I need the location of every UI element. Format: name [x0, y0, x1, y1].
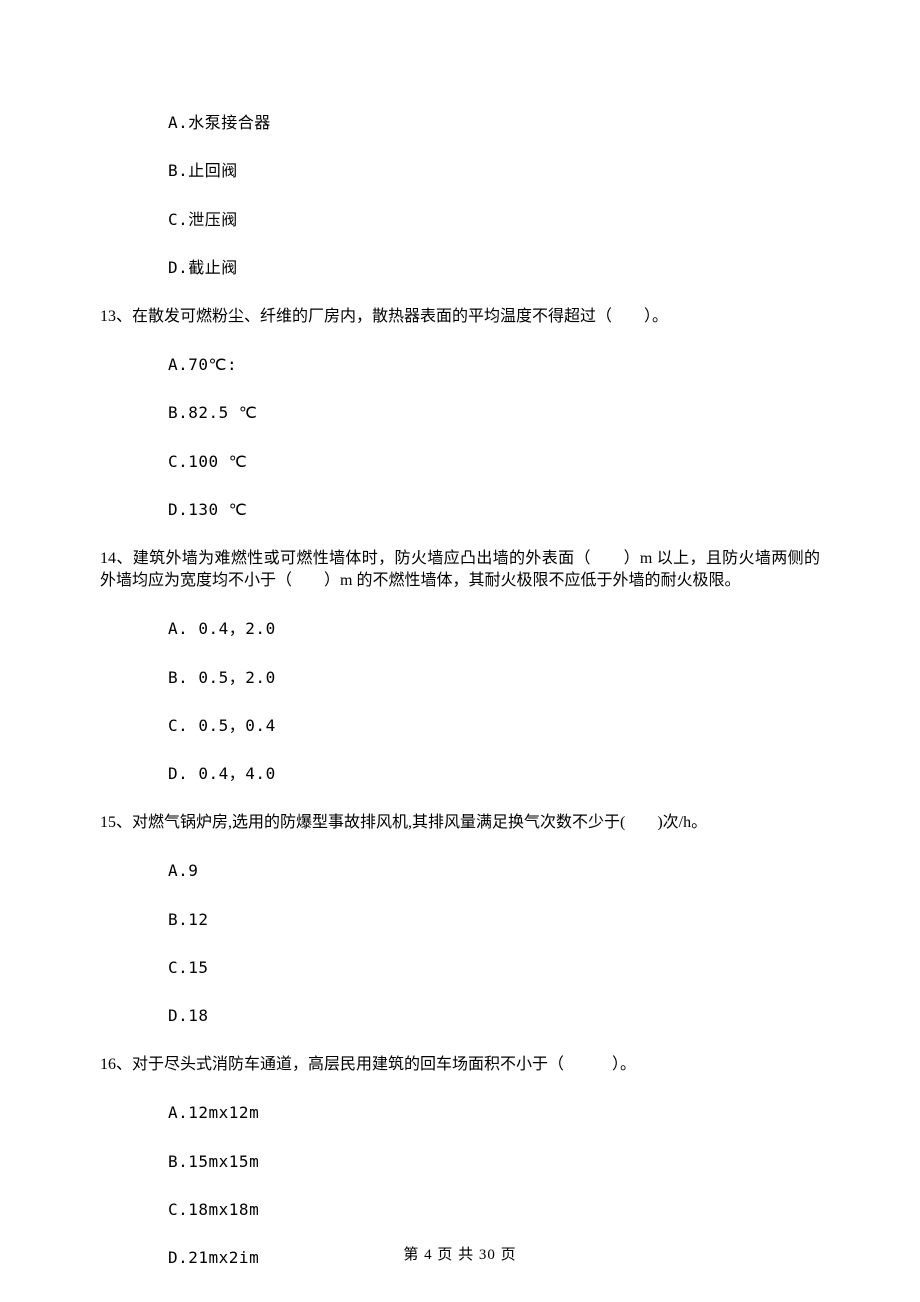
q14-option-c: C. 0.5，0.4 — [168, 715, 820, 737]
q15-option-d: D.18 — [168, 1005, 820, 1027]
q13-option-a: A.70℃: — [168, 354, 820, 376]
q14-option-d: D. 0.4，4.0 — [168, 763, 820, 785]
q14-option-b: B. 0.5，2.0 — [168, 667, 820, 689]
q14-text: 14、建筑外墙为难燃性或可燃性墙体时，防火墙应凸出墙的外表面（ ）m 以上，且防… — [100, 548, 820, 593]
q12-option-c: C.泄压阀 — [168, 209, 820, 231]
q12-options: A.水泵接合器 B.止回阀 C.泄压阀 D.截止阀 — [100, 112, 820, 280]
q15-option-a: A.9 — [168, 860, 820, 882]
q13-option-b: B.82.5 ℃ — [168, 402, 820, 424]
page-footer: 第 4 页 共 30 页 — [0, 1245, 920, 1266]
q15-option-c: C.15 — [168, 957, 820, 979]
page-content: A.水泵接合器 B.止回阀 C.泄压阀 D.截止阀 13、在散发可燃粉尘、纤维的… — [0, 0, 920, 1270]
q13-option-c: C.100 ℃ — [168, 451, 820, 473]
q14-option-a: A. 0.4，2.0 — [168, 618, 820, 640]
q16-option-a: A.12mx12m — [168, 1102, 820, 1124]
q15-options: A.9 B.12 C.15 D.18 — [100, 860, 820, 1028]
q16-text: 16、对于尽头式消防车通道，高层民用建筑的回车场面积不小于（ ）。 — [100, 1054, 820, 1076]
q16-option-b: B.15mx15m — [168, 1151, 820, 1173]
q12-option-a: A.水泵接合器 — [168, 112, 820, 134]
q13-text: 13、在散发可燃粉尘、纤维的厂房内，散热器表面的平均温度不得超过（ ）。 — [100, 306, 820, 328]
q13-options: A.70℃: B.82.5 ℃ C.100 ℃ D.130 ℃ — [100, 354, 820, 522]
q12-option-b: B.止回阀 — [168, 160, 820, 182]
q12-option-d: D.截止阀 — [168, 257, 820, 279]
q16-option-c: C.18mx18m — [168, 1199, 820, 1221]
q15-option-b: B.12 — [168, 909, 820, 931]
q15-text: 15、对燃气锅炉房,选用的防爆型事故排风机,其排风量满足换气次数不少于( )次/… — [100, 812, 820, 834]
q14-options: A. 0.4，2.0 B. 0.5，2.0 C. 0.5，0.4 D. 0.4，… — [100, 618, 820, 786]
q13-option-d: D.130 ℃ — [168, 499, 820, 521]
